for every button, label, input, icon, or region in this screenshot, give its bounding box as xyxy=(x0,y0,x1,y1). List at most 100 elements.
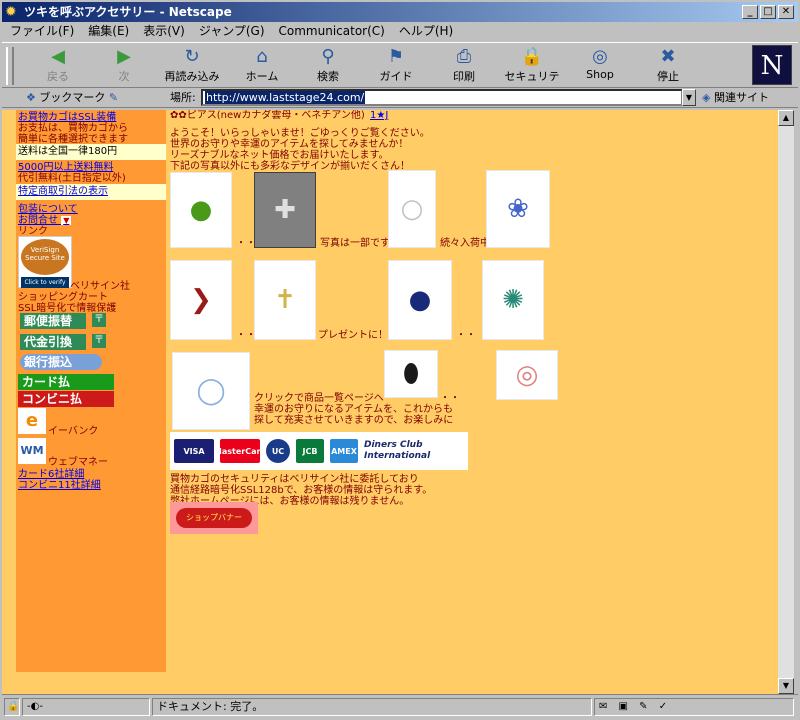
back-button[interactable]: ◀ 戻る xyxy=(26,46,90,86)
related-icon: ◈ xyxy=(702,91,711,104)
click-note-1: クリックで商品一覧ページへ xyxy=(254,393,384,404)
webmoney-label: ウェブマネー xyxy=(48,457,108,468)
product-photo-rose-ring[interactable]: ◎ xyxy=(496,350,558,400)
verisign-logo-icon: VeriSign Secure Site xyxy=(21,239,69,275)
related-sites-button[interactable]: ◈ 関連サイト xyxy=(702,88,769,108)
header-text: ピアス(newカナダ雲母・ベネチアン他) xyxy=(186,110,365,121)
packaging-link[interactable]: 包装について xyxy=(18,204,78,215)
tokutei-link[interactable]: 特定商取引法の表示 xyxy=(16,184,166,200)
window-title: ツキを呼ぶアクセサリー - Netscape xyxy=(24,5,232,19)
menu-file[interactable]: ファイル(F) xyxy=(10,22,74,40)
shop-banner-logo: ショップバナー xyxy=(176,508,252,528)
stop-button[interactable]: ✖ 停止 xyxy=(636,46,700,86)
coming-soon: 続々入荷中 xyxy=(440,238,490,249)
scroll-up-arrow[interactable]: ▲ xyxy=(778,110,794,126)
contact-link[interactable]: お問合せ ▼ xyxy=(18,215,72,226)
print-button[interactable]: ⎙ 印刷 xyxy=(432,46,496,86)
postal-transfer-badge: 郵便振替 xyxy=(20,313,86,329)
uc-logo-icon: UC xyxy=(266,439,290,463)
conv-pay-badge: コンビニ払 xyxy=(18,391,114,407)
product-photo-mandala[interactable]: ✺ xyxy=(482,260,544,340)
url-field[interactable]: http://www.laststage24.com/ xyxy=(201,89,683,106)
product-photo-bracelet[interactable]: ◯ xyxy=(172,352,250,430)
menu-communicator[interactable]: Communicator(C) xyxy=(279,22,385,40)
visa-logo-icon: VISA xyxy=(174,439,214,463)
welcome-line-3: リーズナブルなネット価格でお届けいたします。 xyxy=(170,150,389,161)
security-button[interactable]: 🔒セキュリティ xyxy=(500,46,564,99)
click-note-3: 探して充実させていきますので、お楽しみに xyxy=(254,415,454,426)
title-bar: ✹ ツキを呼ぶアクセサリー - Netscape _ □ ✕ xyxy=(2,2,798,22)
mastercard-logo-icon: MasterCard xyxy=(214,439,266,463)
menu-edit[interactable]: 編集(E) xyxy=(88,22,129,40)
product-photo-gold-cross[interactable]: ✝ xyxy=(254,260,316,340)
ssl-desc-1: お支払は、買物カゴから xyxy=(18,123,128,134)
ssl-cart-link[interactable]: お買物カゴはSSL装備 xyxy=(18,112,116,123)
webmoney-logo-icon[interactable]: WM xyxy=(18,438,46,464)
ebank-logo-icon[interactable]: e xyxy=(18,408,46,434)
menu-view[interactable]: 表示(V) xyxy=(143,22,185,40)
browser-window: ✹ ツキを呼ぶアクセサリー - Netscape _ □ ✕ ファイル(F) 編… xyxy=(0,0,800,720)
welcome-line-2: 世界のお守りや幸運のアイテムを探してみませんか！ xyxy=(170,139,409,150)
product-photo-green-charm[interactable]: ● xyxy=(170,172,232,248)
conv-detail-link[interactable]: コンビニ11社詳細 xyxy=(18,480,101,491)
postal-mark-icon-2: 〒 xyxy=(92,334,106,348)
url-dropdown-button[interactable]: ▼ xyxy=(682,89,696,106)
security-status-icon[interactable]: 🔒 xyxy=(4,698,20,716)
dots-4: ・・ xyxy=(440,393,460,404)
ebank-label: イーバンク xyxy=(48,426,99,437)
forward-button[interactable]: ▶ 次 xyxy=(92,46,156,86)
netscape-logo[interactable]: N xyxy=(752,45,792,85)
toolbar-grip[interactable] xyxy=(6,47,14,85)
photo-note: 写真は一部です xyxy=(320,238,390,249)
bank-transfer-badge: 銀行振込 xyxy=(20,354,102,370)
guide-button[interactable]: ⚑ ガイド xyxy=(364,46,428,86)
menu-help[interactable]: ヘルプ(H) xyxy=(399,22,453,40)
shop-banner[interactable]: ショップバナー xyxy=(170,502,258,534)
menu-bar: ファイル(F) 編集(E) 表示(V) ジャンプ(G) Communicator… xyxy=(2,22,798,40)
card-detail-link[interactable]: カード6社詳細 xyxy=(18,469,84,480)
search-icon: ⚲ xyxy=(321,46,335,67)
shipping-note: 送料は全国一律180円 xyxy=(16,144,166,160)
component-bar-icons[interactable]: ✉ ▣ ✎ ✓ xyxy=(594,698,794,716)
search-button[interactable]: ⚲ 検索 xyxy=(296,46,360,86)
welcome-line-1: ようこそ！いらっしゃいませ！ごゆっくりご覧ください。 xyxy=(170,128,430,139)
amex-logo-icon: AMEX xyxy=(330,439,358,463)
reload-button[interactable]: ↻ 再読み込み xyxy=(160,46,224,86)
main-content: ✿✿ピアス(newカナダ雲母・ベネチアン他) 1★J ようこそ！いらっしゃいませ… xyxy=(170,110,770,694)
print-icon: ⎙ xyxy=(456,46,472,67)
contact-link-text: お問合せ xyxy=(18,215,58,226)
maximize-button[interactable]: □ xyxy=(760,5,776,19)
bookmarks-button[interactable]: ❖ ブックマーク ✎ xyxy=(26,88,118,108)
shop-button[interactable]: ◎ Shop xyxy=(568,46,632,86)
security-note-1: 買物カゴのセキュリティはベリサイン社に委託しており xyxy=(170,474,419,485)
vertical-scrollbar[interactable]: ▲ ▼ xyxy=(778,110,794,694)
minimize-button[interactable]: _ xyxy=(742,5,758,19)
header-link[interactable]: 1★J xyxy=(370,110,388,121)
credit-card-logos: VISA MasterCard UC JCB AMEX Diners Club … xyxy=(170,432,468,470)
free-shipping-link[interactable]: 5000円以上送料無料 xyxy=(18,162,113,173)
product-photo-silver-cross[interactable]: ✚ xyxy=(254,172,316,248)
home-button[interactable]: ⌂ ホーム xyxy=(230,46,294,86)
dots-3: ・・ xyxy=(456,330,476,341)
product-photo-millefiori[interactable]: ❀ xyxy=(486,170,550,248)
dots-1: ・・ xyxy=(236,238,256,249)
click-note-2: 幸運のお守りになるアイテムを、これからも xyxy=(254,404,453,415)
menu-go[interactable]: ジャンプ(G) xyxy=(199,22,265,40)
reload-icon: ↻ xyxy=(184,46,200,67)
scroll-down-arrow[interactable]: ▼ xyxy=(778,678,794,694)
product-photo-navy-bead[interactable]: ● xyxy=(388,260,452,340)
verisign-seal[interactable]: VeriSign Secure Site Click to verify xyxy=(18,236,72,288)
verisign-label: ベリサイン社 xyxy=(70,281,130,292)
netscape-app-icon: ✹ xyxy=(5,4,17,20)
product-photo-red-horn[interactable]: ❯ xyxy=(170,260,232,340)
flower-icon: ✿✿ xyxy=(170,110,187,121)
page-content: お買物カゴはSSL装備 お支払は、買物カゴから 簡単に各種選択できます 送料は全… xyxy=(2,110,778,694)
shop-icon: ◎ xyxy=(592,46,608,67)
navigation-toolbar: ◀戻る ▶次 ↻再読み込み ⌂ホーム ⚲検索 ⚑ガイド ⎙印刷 🔒セキュリティ … xyxy=(2,42,798,99)
product-photo-clear-pendant[interactable]: ○ xyxy=(388,170,436,248)
product-photo-black-stone[interactable]: ⬮ xyxy=(384,350,438,398)
mail-icon: ▼ xyxy=(61,216,72,225)
page-proxy-icon[interactable]: ✎ xyxy=(109,91,118,104)
close-button[interactable]: ✕ xyxy=(778,5,794,19)
dots-2: ・・ xyxy=(236,330,256,341)
